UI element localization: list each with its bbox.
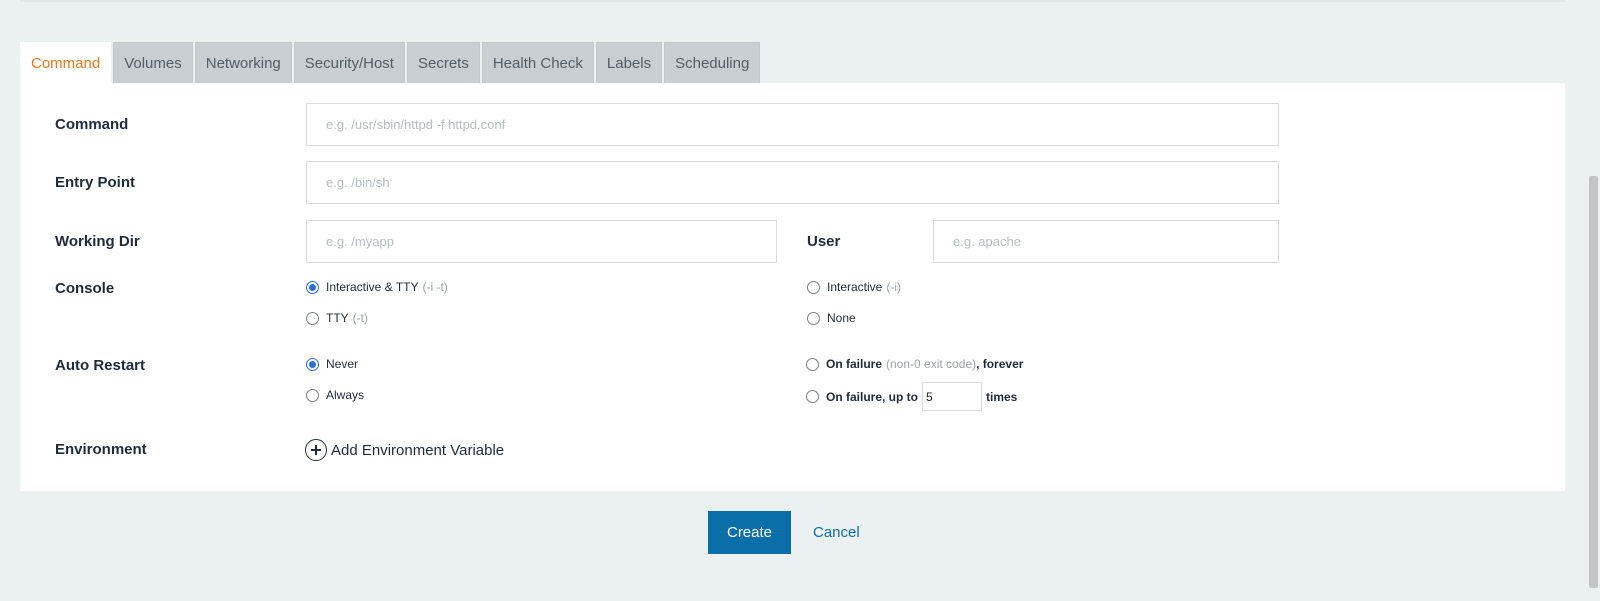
auto-restart-label: Auto Restart xyxy=(55,357,146,374)
add-env-label: Add Environment Variable xyxy=(331,441,505,459)
tab-secrets[interactable]: Secrets xyxy=(406,42,480,83)
radio-unchecked-icon xyxy=(807,280,820,294)
command-label: Command xyxy=(55,116,129,133)
entry-point-input[interactable] xyxy=(306,161,1279,204)
working-dir-label: Working Dir xyxy=(55,233,140,250)
working-dir-input[interactable] xyxy=(306,220,777,263)
tab-networking[interactable]: Networking xyxy=(194,42,292,83)
radio-unchecked-icon xyxy=(306,311,319,325)
radio-label: Interactive xyxy=(827,280,883,294)
tab-security-host[interactable]: Security/Host xyxy=(293,42,405,83)
user-label: User xyxy=(807,233,841,250)
radio-hint: (-i) xyxy=(886,280,902,294)
create-button[interactable]: Create xyxy=(708,511,791,554)
radio-hint: (non-0 exit code) xyxy=(886,357,977,371)
radio-label: Never xyxy=(326,357,359,371)
radio-checked-icon xyxy=(306,280,319,294)
radio-label-suffix: times xyxy=(986,389,1018,404)
radio-unchecked-icon xyxy=(806,357,819,371)
radio-label: TTY xyxy=(326,311,349,325)
entry-point-label: Entry Point xyxy=(55,174,136,191)
radio-unchecked-icon xyxy=(806,390,819,403)
radio-hint: (-t) xyxy=(352,311,368,325)
tab-command[interactable]: Command xyxy=(20,42,112,84)
tab-bar: Command Volumes Networking Security/Host… xyxy=(20,42,762,84)
radio-unchecked-icon xyxy=(306,388,319,402)
radio-hint: (-i -t) xyxy=(422,280,448,294)
radio-label: None xyxy=(827,311,856,325)
environment-label: Environment xyxy=(55,441,147,458)
cancel-button[interactable]: Cancel xyxy=(813,524,860,541)
radio-label: On failure, up to xyxy=(826,389,918,404)
restart-on-failure-upto-radio[interactable]: On failure, up to times xyxy=(806,382,1017,411)
restart-always-radio[interactable]: Always xyxy=(306,388,364,402)
user-input[interactable] xyxy=(933,220,1279,263)
radio-label: Always xyxy=(326,388,365,402)
radio-label: On failure xyxy=(826,357,883,371)
tab-scheduling[interactable]: Scheduling xyxy=(664,42,761,83)
radio-label: Interactive & TTY xyxy=(326,280,419,294)
add-environment-variable-button[interactable]: Add Environment Variable xyxy=(305,439,504,461)
console-none-radio[interactable]: None xyxy=(807,311,856,325)
radio-unchecked-icon xyxy=(807,311,820,325)
tab-health-check[interactable]: Health Check xyxy=(481,42,594,83)
tab-volumes[interactable]: Volumes xyxy=(113,42,193,83)
restart-count-input[interactable] xyxy=(922,382,982,411)
restart-on-failure-forever-radio[interactable]: On failure (non-0 exit code) , forever xyxy=(806,357,1023,371)
restart-never-radio[interactable]: Never xyxy=(306,357,358,371)
command-input[interactable] xyxy=(306,103,1279,146)
console-tty-radio[interactable]: TTY (-t) xyxy=(306,311,368,325)
console-interactive-radio[interactable]: Interactive (-i) xyxy=(807,280,901,294)
radio-checked-icon xyxy=(306,357,319,371)
top-divider xyxy=(20,0,1565,2)
console-interactive-tty-radio[interactable]: Interactive & TTY (-i -t) xyxy=(306,280,448,294)
scrollbar-thumb[interactable] xyxy=(1589,176,1598,588)
radio-label-suffix: , forever xyxy=(976,357,1024,371)
plus-circle-icon xyxy=(305,439,327,461)
tab-labels[interactable]: Labels xyxy=(595,42,663,83)
console-label: Console xyxy=(55,280,115,297)
